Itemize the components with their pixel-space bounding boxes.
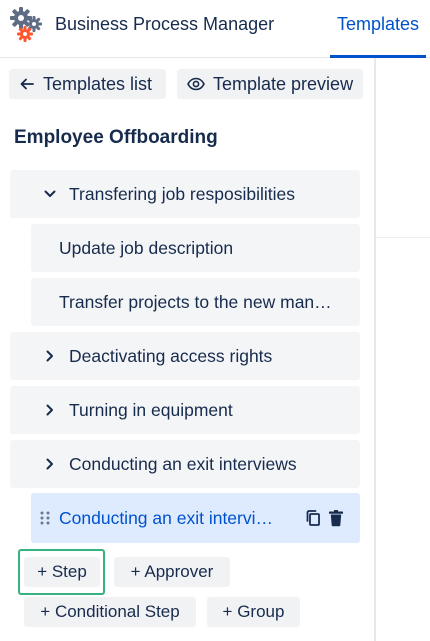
group-row-conducting-exit-interviews[interactable]: Conducting an exit interviews (10, 440, 360, 488)
templates-list-button[interactable]: Templates list (9, 69, 166, 99)
templates-list-label: Templates list (43, 73, 153, 94)
selected-step-label: Conducting an exit interviews (59, 507, 281, 528)
app-header: Business Process Manager Templates (0, 0, 430, 58)
canvas-divider (376, 237, 430, 238)
group-row-transfering-job[interactable]: Transfering job resposibilities (10, 170, 360, 218)
group-label: Transfering job resposibilities (69, 183, 295, 204)
step-row-transfer-projects[interactable]: Transfer projects to the new manager (31, 278, 360, 326)
add-conditional-step-button[interactable]: + Conditional Step (24, 597, 196, 627)
chevron-down-icon[interactable] (40, 184, 60, 204)
group-label: Turning in equipment (69, 399, 233, 420)
add-step-button[interactable]: + Step (24, 557, 100, 587)
gears-logo-icon (8, 6, 44, 42)
panel-divider (374, 58, 376, 641)
group-label: Deactivating access rights (69, 345, 273, 366)
template-preview-button[interactable]: Template preview (177, 69, 363, 99)
chevron-right-icon[interactable] (40, 346, 60, 366)
step-row-update-job-description[interactable]: Update job description (31, 224, 360, 272)
app-title: Business Process Manager (55, 14, 275, 34)
step-label: Transfer projects to the new manager (59, 291, 334, 312)
chevron-right-icon[interactable] (40, 454, 60, 474)
drag-handle-icon[interactable] (39, 510, 51, 526)
selected-step-row[interactable]: Conducting an exit interviews (31, 493, 360, 543)
tab-templates-label: Templates (337, 14, 420, 34)
eye-icon (187, 77, 205, 91)
group-row-turning-in-equipment[interactable]: Turning in equipment (10, 386, 360, 434)
template-title: Employee Offboarding (14, 127, 218, 148)
chevron-right-icon[interactable] (40, 400, 60, 420)
trash-icon[interactable] (326, 508, 346, 528)
add-group-button[interactable]: + Group (207, 597, 300, 627)
template-preview-label: Template preview (213, 73, 354, 94)
group-row-deactivating-access[interactable]: Deactivating access rights (10, 332, 360, 380)
tab-templates[interactable]: Templates (330, 0, 426, 58)
arrow-left-icon (19, 76, 35, 92)
copy-icon[interactable] (303, 508, 323, 528)
step-label: Update job description (59, 237, 234, 258)
group-label: Conducting an exit interviews (69, 453, 297, 474)
add-approver-button[interactable]: + Approver (114, 557, 230, 587)
